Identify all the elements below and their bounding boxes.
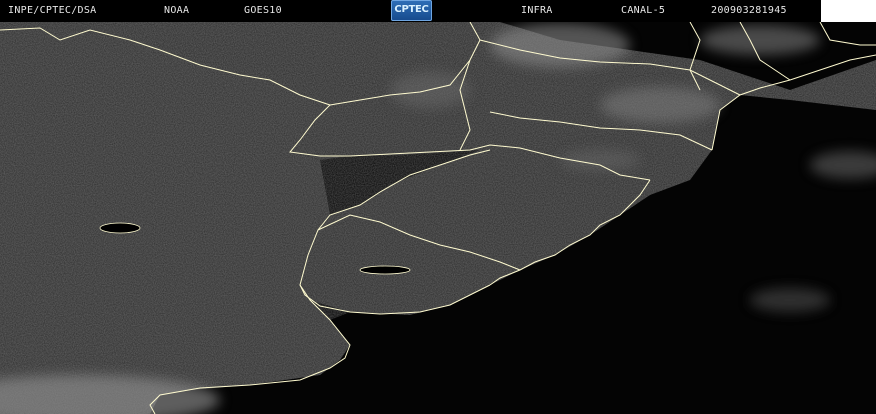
channel-label: CANAL-5: [621, 5, 666, 16]
cptec-logo: CPTEC: [391, 0, 432, 21]
channel-type-label: INFRA: [521, 5, 553, 16]
lake: [99, 222, 141, 234]
image-header-bar: INPE/CPTEC/DSA NOAA GOES10 CPTEC INFRA C…: [0, 0, 821, 22]
source-label: INPE/CPTEC/DSA: [8, 5, 97, 16]
lagoon: [359, 265, 411, 275]
timestamp-label: 200903281945: [711, 5, 787, 16]
satellite-image: [0, 0, 876, 414]
satellite-label: GOES10: [244, 5, 282, 16]
header-white-block: [821, 0, 876, 22]
cptec-logo-text: CPTEC: [394, 4, 429, 15]
agency-label: NOAA: [164, 5, 190, 16]
